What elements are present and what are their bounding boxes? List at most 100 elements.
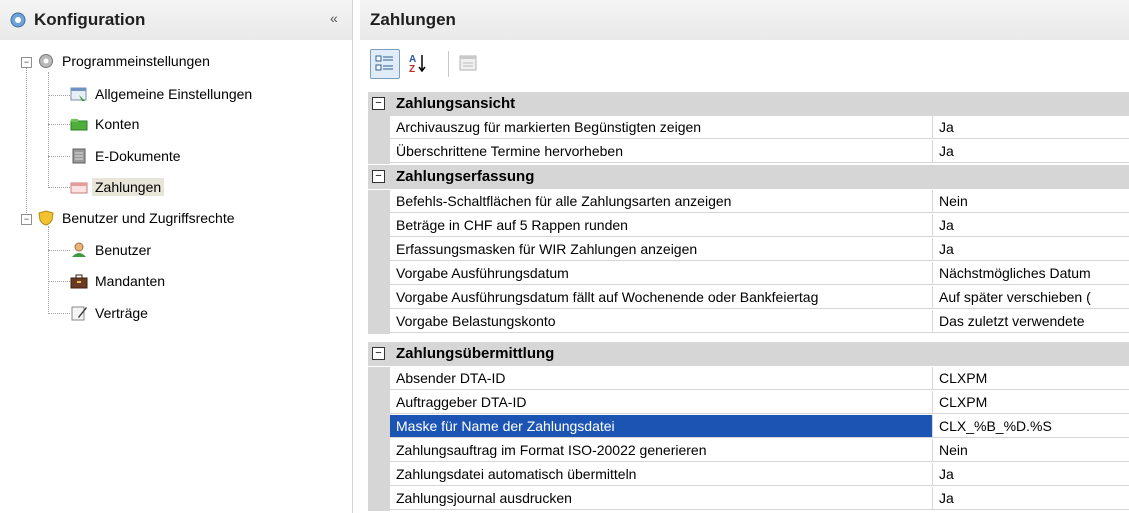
tree-item-label: Verträge — [95, 305, 148, 321]
category-label: Zahlungserfassung — [396, 168, 535, 185]
property-value[interactable]: Ja — [933, 463, 1129, 486]
property-value[interactable]: CLX_%B_%D.%S — [933, 415, 1129, 438]
categorized-view-button[interactable] — [370, 49, 400, 79]
property-row[interactable]: Vorgabe Ausführungsdatum Nächstmögliches… — [368, 262, 1129, 286]
property-value[interactable]: Ja — [933, 140, 1129, 163]
property-row[interactable]: Erfassungsmasken für WIR Zahlungen anzei… — [368, 238, 1129, 262]
tree-item-label: Programmeinstellungen — [62, 53, 210, 69]
property-value[interactable]: CLXPM — [933, 391, 1129, 414]
property-row[interactable]: Beträge in CHF auf 5 Rappen runden Ja — [368, 214, 1129, 238]
property-grid-toolbar: A Z — [360, 45, 1129, 83]
category-zahlungserfassung[interactable]: − Zahlungserfassung — [368, 165, 1129, 189]
property-name: Vorgabe Belastungskonto — [390, 310, 933, 333]
category-label: Zahlungsübermittlung — [396, 345, 555, 362]
tree-connector — [48, 250, 70, 251]
configuration-panel: Konfiguration « − Programmeinstellungen … — [0, 0, 353, 513]
property-value[interactable]: Nein — [933, 190, 1129, 213]
tree-item-programmeinstellungen[interactable]: Programmeinstellungen — [37, 49, 213, 73]
property-value[interactable]: Ja — [933, 214, 1129, 237]
tree-item-zahlungen[interactable]: Zahlungen — [70, 175, 165, 199]
property-row[interactable]: Absender DTA-ID CLXPM — [368, 367, 1129, 391]
row-gutter — [368, 367, 390, 391]
property-row[interactable]: Überschrittene Termine hervorheben Ja — [368, 140, 1129, 164]
tree-item-allgemeine-einstellungen[interactable]: Allgemeine Einstellungen — [70, 82, 255, 106]
tree-item-benutzer[interactable]: Benutzer — [70, 238, 154, 262]
row-gutter — [368, 487, 390, 511]
payment-icon — [70, 182, 88, 194]
property-row[interactable]: Zahlungsdatei automatisch übermitteln Ja — [368, 463, 1129, 487]
row-gutter — [368, 214, 390, 238]
tree-item-benutzer-und-zugriffsrechte[interactable]: Benutzer und Zugriffsrechte — [37, 206, 238, 230]
categorized-view-icon — [375, 55, 393, 71]
row-gutter — [368, 439, 390, 463]
property-row[interactable]: Vorgabe Ausführungsdatum fällt auf Woche… — [368, 286, 1129, 310]
property-value[interactable]: Auf später verschieben ( — [933, 286, 1129, 309]
alphabetical-sort-icon: A Z — [409, 54, 426, 74]
property-value[interactable]: Nächstmögliches Datum — [933, 262, 1129, 285]
tree-connector — [48, 187, 70, 188]
category-zahlungsansicht[interactable]: − Zahlungsansicht — [368, 92, 1129, 116]
tree-item-label: Benutzer — [95, 242, 152, 258]
row-gutter — [368, 140, 390, 164]
toolbar-separator — [448, 51, 449, 77]
property-value[interactable]: Ja — [933, 116, 1129, 139]
tree-connector — [48, 124, 70, 125]
property-row[interactable]: Archivauszug für markierten Begünstigten… — [368, 116, 1129, 140]
property-value[interactable]: CLXPM — [933, 367, 1129, 390]
tree-item-konten[interactable]: Konten — [70, 112, 142, 136]
briefcase-icon — [70, 274, 88, 289]
tree-connector — [26, 68, 27, 221]
folder-icon — [70, 119, 88, 131]
collapse-panel-button[interactable]: « — [330, 10, 338, 26]
tree-item-mandanten[interactable]: Mandanten — [70, 269, 168, 293]
property-value[interactable]: Nein — [933, 439, 1129, 462]
tree-connector — [48, 95, 70, 96]
property-name: Vorgabe Ausführungsdatum — [390, 262, 933, 285]
property-row[interactable]: Zahlungsauftrag im Format ISO-20022 gene… — [368, 439, 1129, 463]
property-name: Maske für Name der Zahlungsdatei — [390, 415, 933, 438]
property-row[interactable]: Befehls-Schaltflächen für alle Zahlungsa… — [368, 190, 1129, 214]
tree-item-e-dokumente[interactable]: E-Dokumente — [70, 144, 184, 168]
expand-toggle[interactable]: − — [21, 214, 32, 225]
alphabetical-sort-button[interactable]: A Z — [404, 49, 432, 77]
tree-item-vertraege[interactable]: Verträge — [70, 301, 151, 325]
tree-item-label: Benutzer und Zugriffsrechte — [62, 210, 235, 226]
tree-item-label: Mandanten — [95, 273, 166, 289]
property-name: Erfassungsmasken für WIR Zahlungen anzei… — [390, 238, 933, 261]
payments-header: Zahlungen — [360, 0, 1129, 40]
collapse-category-toggle[interactable]: − — [372, 170, 385, 183]
property-name: Zahlungsauftrag im Format ISO-20022 gene… — [390, 439, 933, 462]
tree-item-label: Zahlungen — [92, 178, 165, 196]
row-gutter — [368, 415, 390, 439]
contract-pen-icon — [71, 306, 87, 321]
property-value[interactable]: Ja — [933, 238, 1129, 261]
shield-icon — [38, 210, 54, 226]
row-gutter — [368, 262, 390, 286]
property-value[interactable]: Das zuletzt verwendete — [933, 310, 1129, 333]
tree-connector — [48, 313, 70, 314]
property-row-selected[interactable]: Maske für Name der Zahlungsdatei CLX_%B_… — [368, 415, 1129, 439]
collapse-category-toggle[interactable]: − — [372, 347, 385, 360]
row-gutter — [368, 238, 390, 262]
property-name: Vorgabe Ausführungsdatum fällt auf Woche… — [390, 286, 933, 309]
category-zahlungsuebermittlung[interactable]: − Zahlungsübermittlung — [368, 342, 1129, 366]
property-name: Zahlungsdatei automatisch übermitteln — [390, 463, 933, 486]
expand-toggle[interactable]: − — [21, 57, 32, 68]
gear-icon — [10, 12, 26, 28]
collapse-category-toggle[interactable]: − — [372, 97, 385, 110]
row-gutter — [368, 310, 390, 334]
configuration-header: Konfiguration « — [0, 0, 352, 40]
tree-connector — [48, 72, 49, 188]
property-row[interactable]: Zahlungsjournal ausdrucken Ja — [368, 487, 1129, 511]
property-pages-button[interactable] — [454, 49, 482, 77]
property-value[interactable]: Ja — [933, 487, 1129, 510]
tree-item-label: Allgemeine Einstellungen — [95, 86, 253, 102]
category-label: Zahlungsansicht — [396, 95, 516, 112]
property-row[interactable]: Vorgabe Belastungskonto Das zuletzt verw… — [368, 310, 1129, 334]
property-name: Zahlungsjournal ausdrucken — [390, 487, 933, 510]
page-title: Zahlungen — [370, 10, 456, 29]
document-icon — [72, 148, 86, 164]
property-row[interactable]: Auftraggeber DTA-ID CLXPM — [368, 391, 1129, 415]
tree-connector — [48, 226, 49, 314]
panel-title: Konfiguration — [34, 10, 146, 29]
